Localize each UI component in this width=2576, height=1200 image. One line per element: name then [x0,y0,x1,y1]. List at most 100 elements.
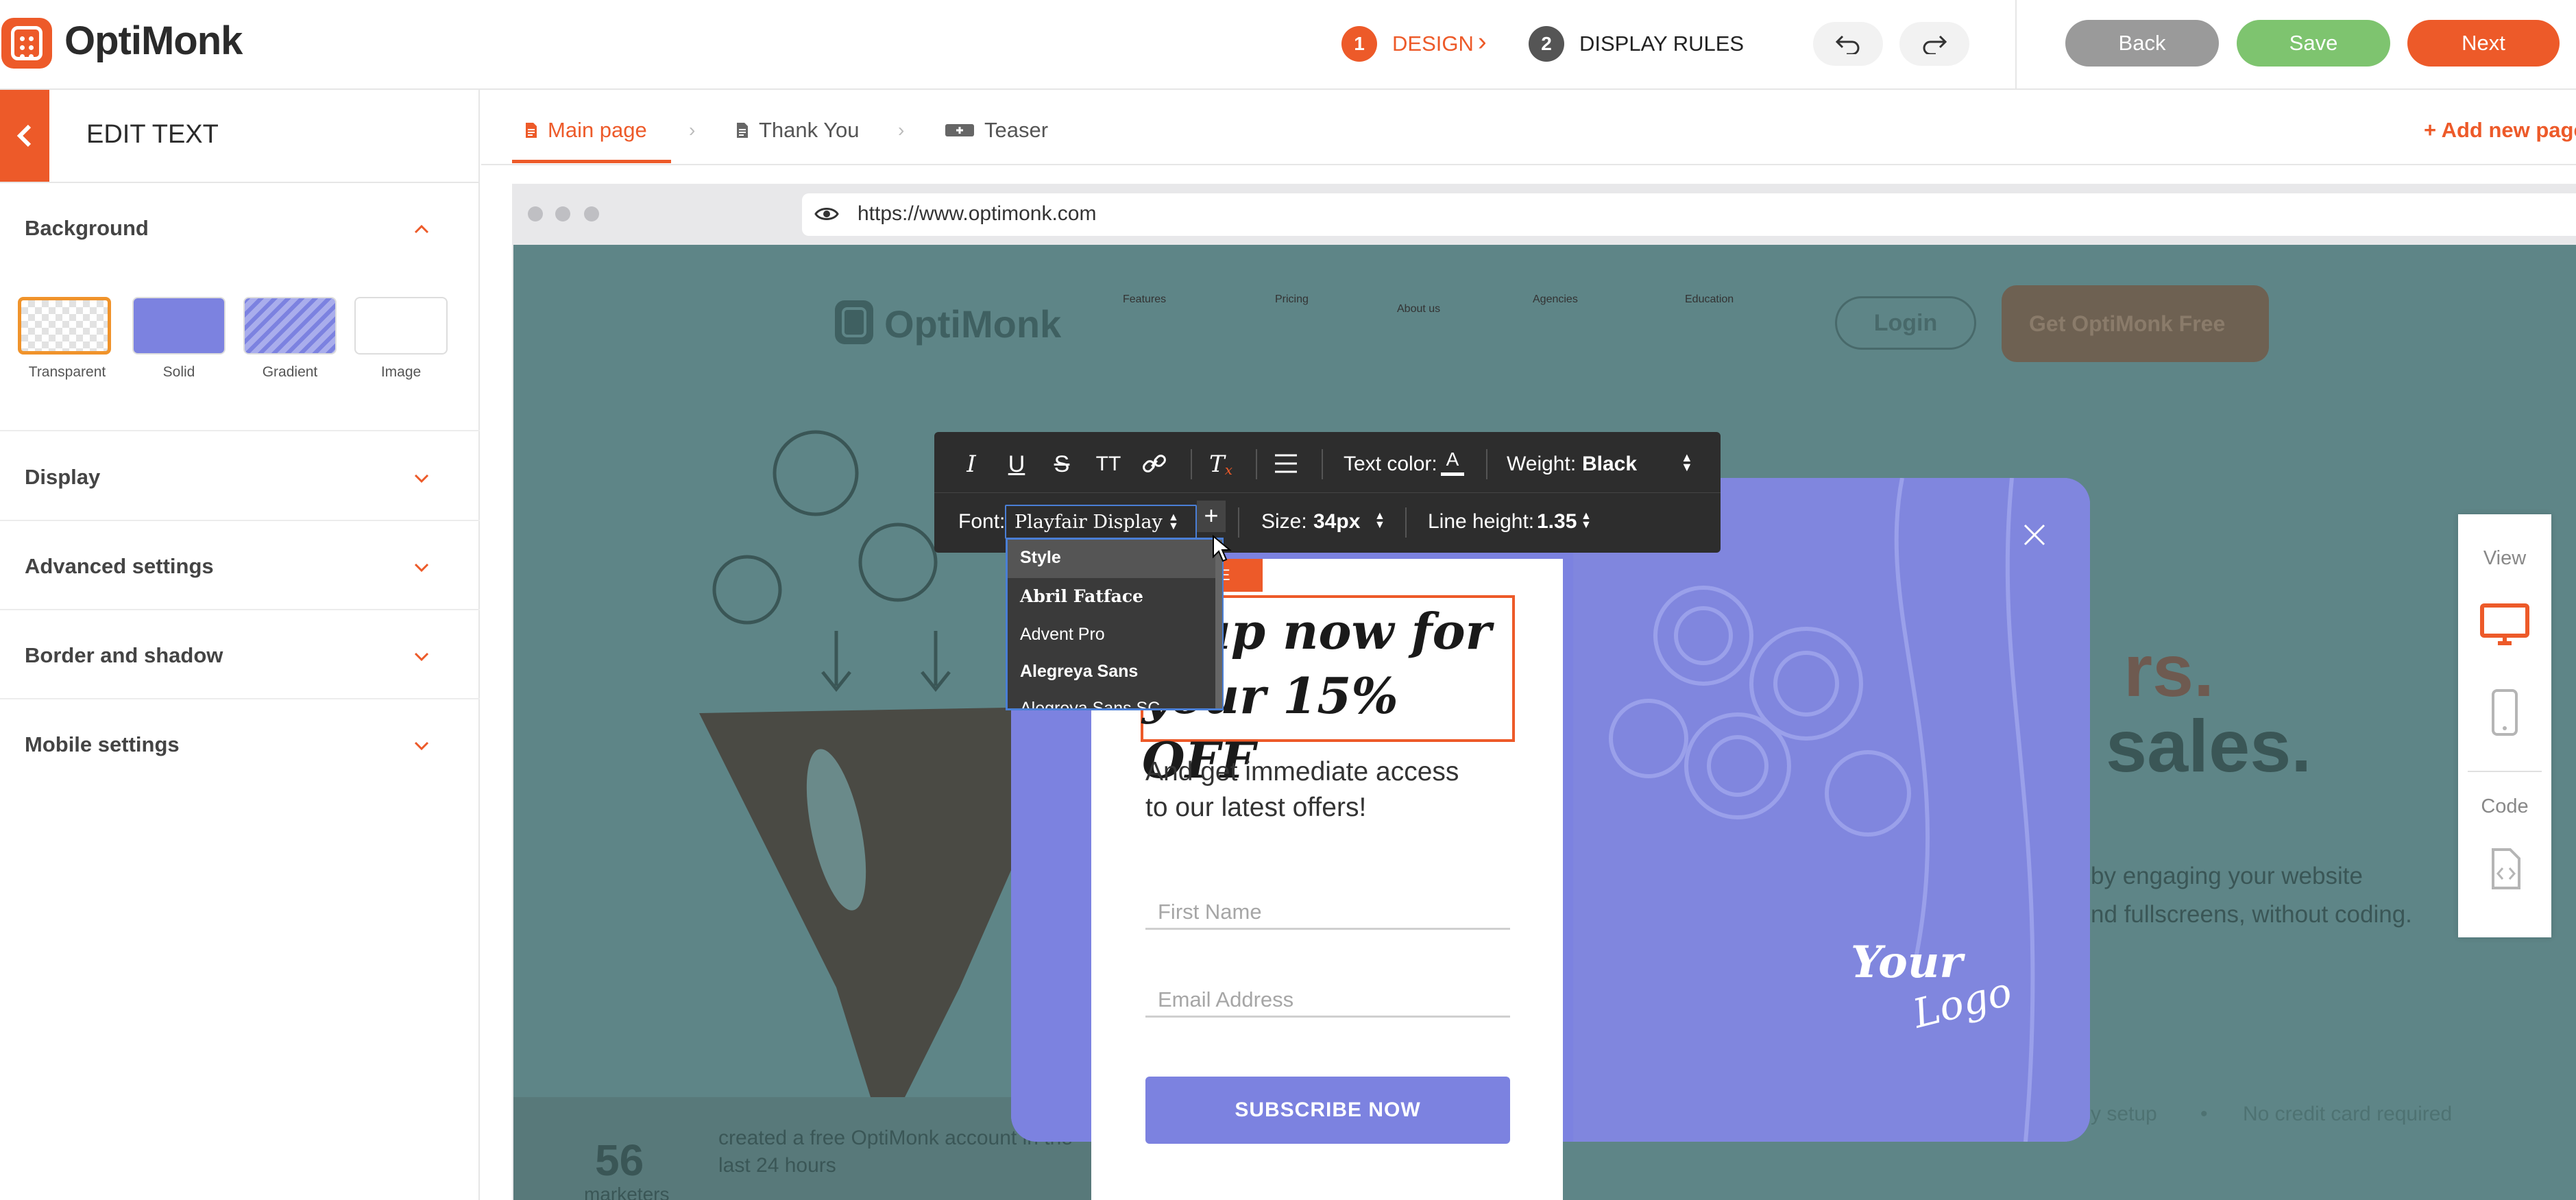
bg-solid-swatch[interactable] [132,297,226,355]
add-new-page-link[interactable]: + Add new page [2424,118,2576,143]
align-icon[interactable] [1274,453,1298,475]
bg-solid-label: Solid [162,364,195,380]
dropdown-scrollbar[interactable] [1215,540,1222,708]
font-dropdown[interactable]: Style Abril Fatface Advent Pro Alegreya … [1006,538,1224,710]
bg-gradient-label: Gradient [262,364,318,380]
panel-title: EDIT TEXT [86,120,219,149]
updown-icon: ▲ ▼ [1168,512,1179,532]
add-font-button[interactable]: + [1197,501,1226,532]
bg-transparent-swatch[interactable] [18,297,111,355]
line-height-value: 1.35 [1537,510,1577,533]
site-nav-agencies: Agencies [1533,293,1578,305]
view-label: View [2483,547,2527,569]
bg-gradient-swatch[interactable] [243,297,337,355]
first-name-field[interactable]: First Name [1145,894,1510,930]
updown-icon: ▲ ▼ [1681,451,1693,474]
divider [0,430,480,431]
section-background[interactable]: Background [0,183,480,272]
font-option-alegreya-sc[interactable]: Alegreya Sans SC [1020,699,1160,708]
divider [1238,507,1239,538]
tab-thank-you[interactable]: Thank You [736,118,860,143]
page-icon [526,123,537,138]
section-border-shadow[interactable]: Border and shadow [0,610,480,699]
text-transform-icon[interactable]: TT [1093,448,1124,480]
desktop-icon[interactable] [2480,603,2529,647]
eye-icon[interactable] [814,205,839,223]
site-body-line-2: nd fullscreens, without coding. [2091,901,2412,928]
step-design[interactable]: 1 DESIGN [1341,26,1474,62]
section-border-title: Border and shadow [25,643,223,667]
site-stat-sub: marketers [584,1184,670,1200]
line-height-label: Line height: [1428,510,1535,533]
tab-teaser[interactable]: Teaser [945,118,1048,143]
chevron-down-icon [414,474,429,483]
font-option-alegreya[interactable]: Alegreya Sans [1020,662,1138,682]
code-file-icon[interactable] [2491,848,2521,890]
section-mobile-settings[interactable]: Mobile settings [0,699,480,789]
site-logo-text: OptiMonk [884,302,1062,346]
mobile-icon[interactable] [2491,688,2518,736]
tab-main-page[interactable]: Main page [524,118,647,143]
clear-format-icon[interactable]: Tx [1205,448,1237,480]
chevron-down-icon [414,741,429,751]
bg-transparent-label: Transparent [28,364,106,380]
size-label: Size: [1261,510,1307,533]
site-stat-number: 56 [595,1136,644,1185]
redo-button[interactable] [1899,22,1969,66]
window-dot [584,206,599,221]
section-display[interactable]: Display [0,432,480,521]
back-button[interactable]: Back [2065,20,2219,67]
undo-button[interactable] [1813,22,1883,66]
strikethrough-icon[interactable]: S [1046,448,1078,480]
font-option-advent[interactable]: Advent Pro [1020,625,1105,645]
header-divider [2015,0,2017,90]
bg-image-swatch[interactable] [354,297,448,355]
chevron-left-icon [16,124,32,147]
next-button[interactable]: Next [2407,20,2560,67]
page-icon [737,123,748,138]
font-option-style[interactable]: Style [1020,548,1061,568]
close-icon[interactable] [2021,521,2048,549]
link-icon[interactable] [1141,450,1168,477]
chevron-up-icon [414,224,429,234]
section-mobile-title: Mobile settings [25,732,180,756]
weight-select[interactable]: Black [1582,453,1637,476]
save-button[interactable]: Save [2237,20,2390,67]
site-nav-about: About us [1397,303,1441,315]
subscribe-button[interactable]: SUBSCRIBE NOW [1145,1077,1510,1144]
window-dot [528,206,543,221]
tab-teaser-label: Teaser [984,118,1049,142]
step-design-number: 1 [1341,26,1377,62]
divider [1191,449,1192,479]
divider [1322,449,1323,479]
panel-back-button[interactable] [0,90,49,182]
font-option-abril[interactable]: Abril Fatface [1020,586,1143,606]
underline-icon[interactable]: U [1001,448,1032,480]
line-height-select[interactable]: 1.35 [1537,510,1577,533]
first-name-placeholder: First Name [1158,900,1262,924]
step-display-rules[interactable]: 2 DISPLAY RULES [1529,26,1744,62]
divider [1405,507,1407,538]
site-nav-features: Features [1123,293,1167,305]
site-login-button: Login [1835,296,1976,350]
bg-image-label: Image [380,364,422,380]
window-dot [555,206,570,221]
size-select[interactable]: 34px [1313,510,1360,533]
site-headline-tail-2: sales. [2106,704,2312,787]
font-select[interactable]: Playfair Display ▲ ▼ [1005,505,1197,539]
font-value: Playfair Display [1014,512,1163,533]
chevron-down-icon [414,652,429,662]
code-label: Code [2481,795,2529,817]
italic-icon[interactable]: I [956,448,987,480]
font-label: Font: [958,510,1006,533]
step-display-rules-number: 2 [1529,26,1564,62]
popup-subtext[interactable]: And get immediate access to our latest o… [1145,754,1529,826]
your-logo-line1: Your [1851,937,1963,988]
weight-label: Weight: [1507,453,1577,475]
text-color-picker[interactable]: A [1441,448,1464,476]
email-field[interactable]: Email Address [1145,982,1510,1018]
url-text: https://www.optimonk.com [858,202,1097,225]
section-advanced-settings[interactable]: Advanced settings [0,521,480,610]
site-footnote-1: y setup [2091,1103,2157,1125]
divider [2468,771,2542,772]
